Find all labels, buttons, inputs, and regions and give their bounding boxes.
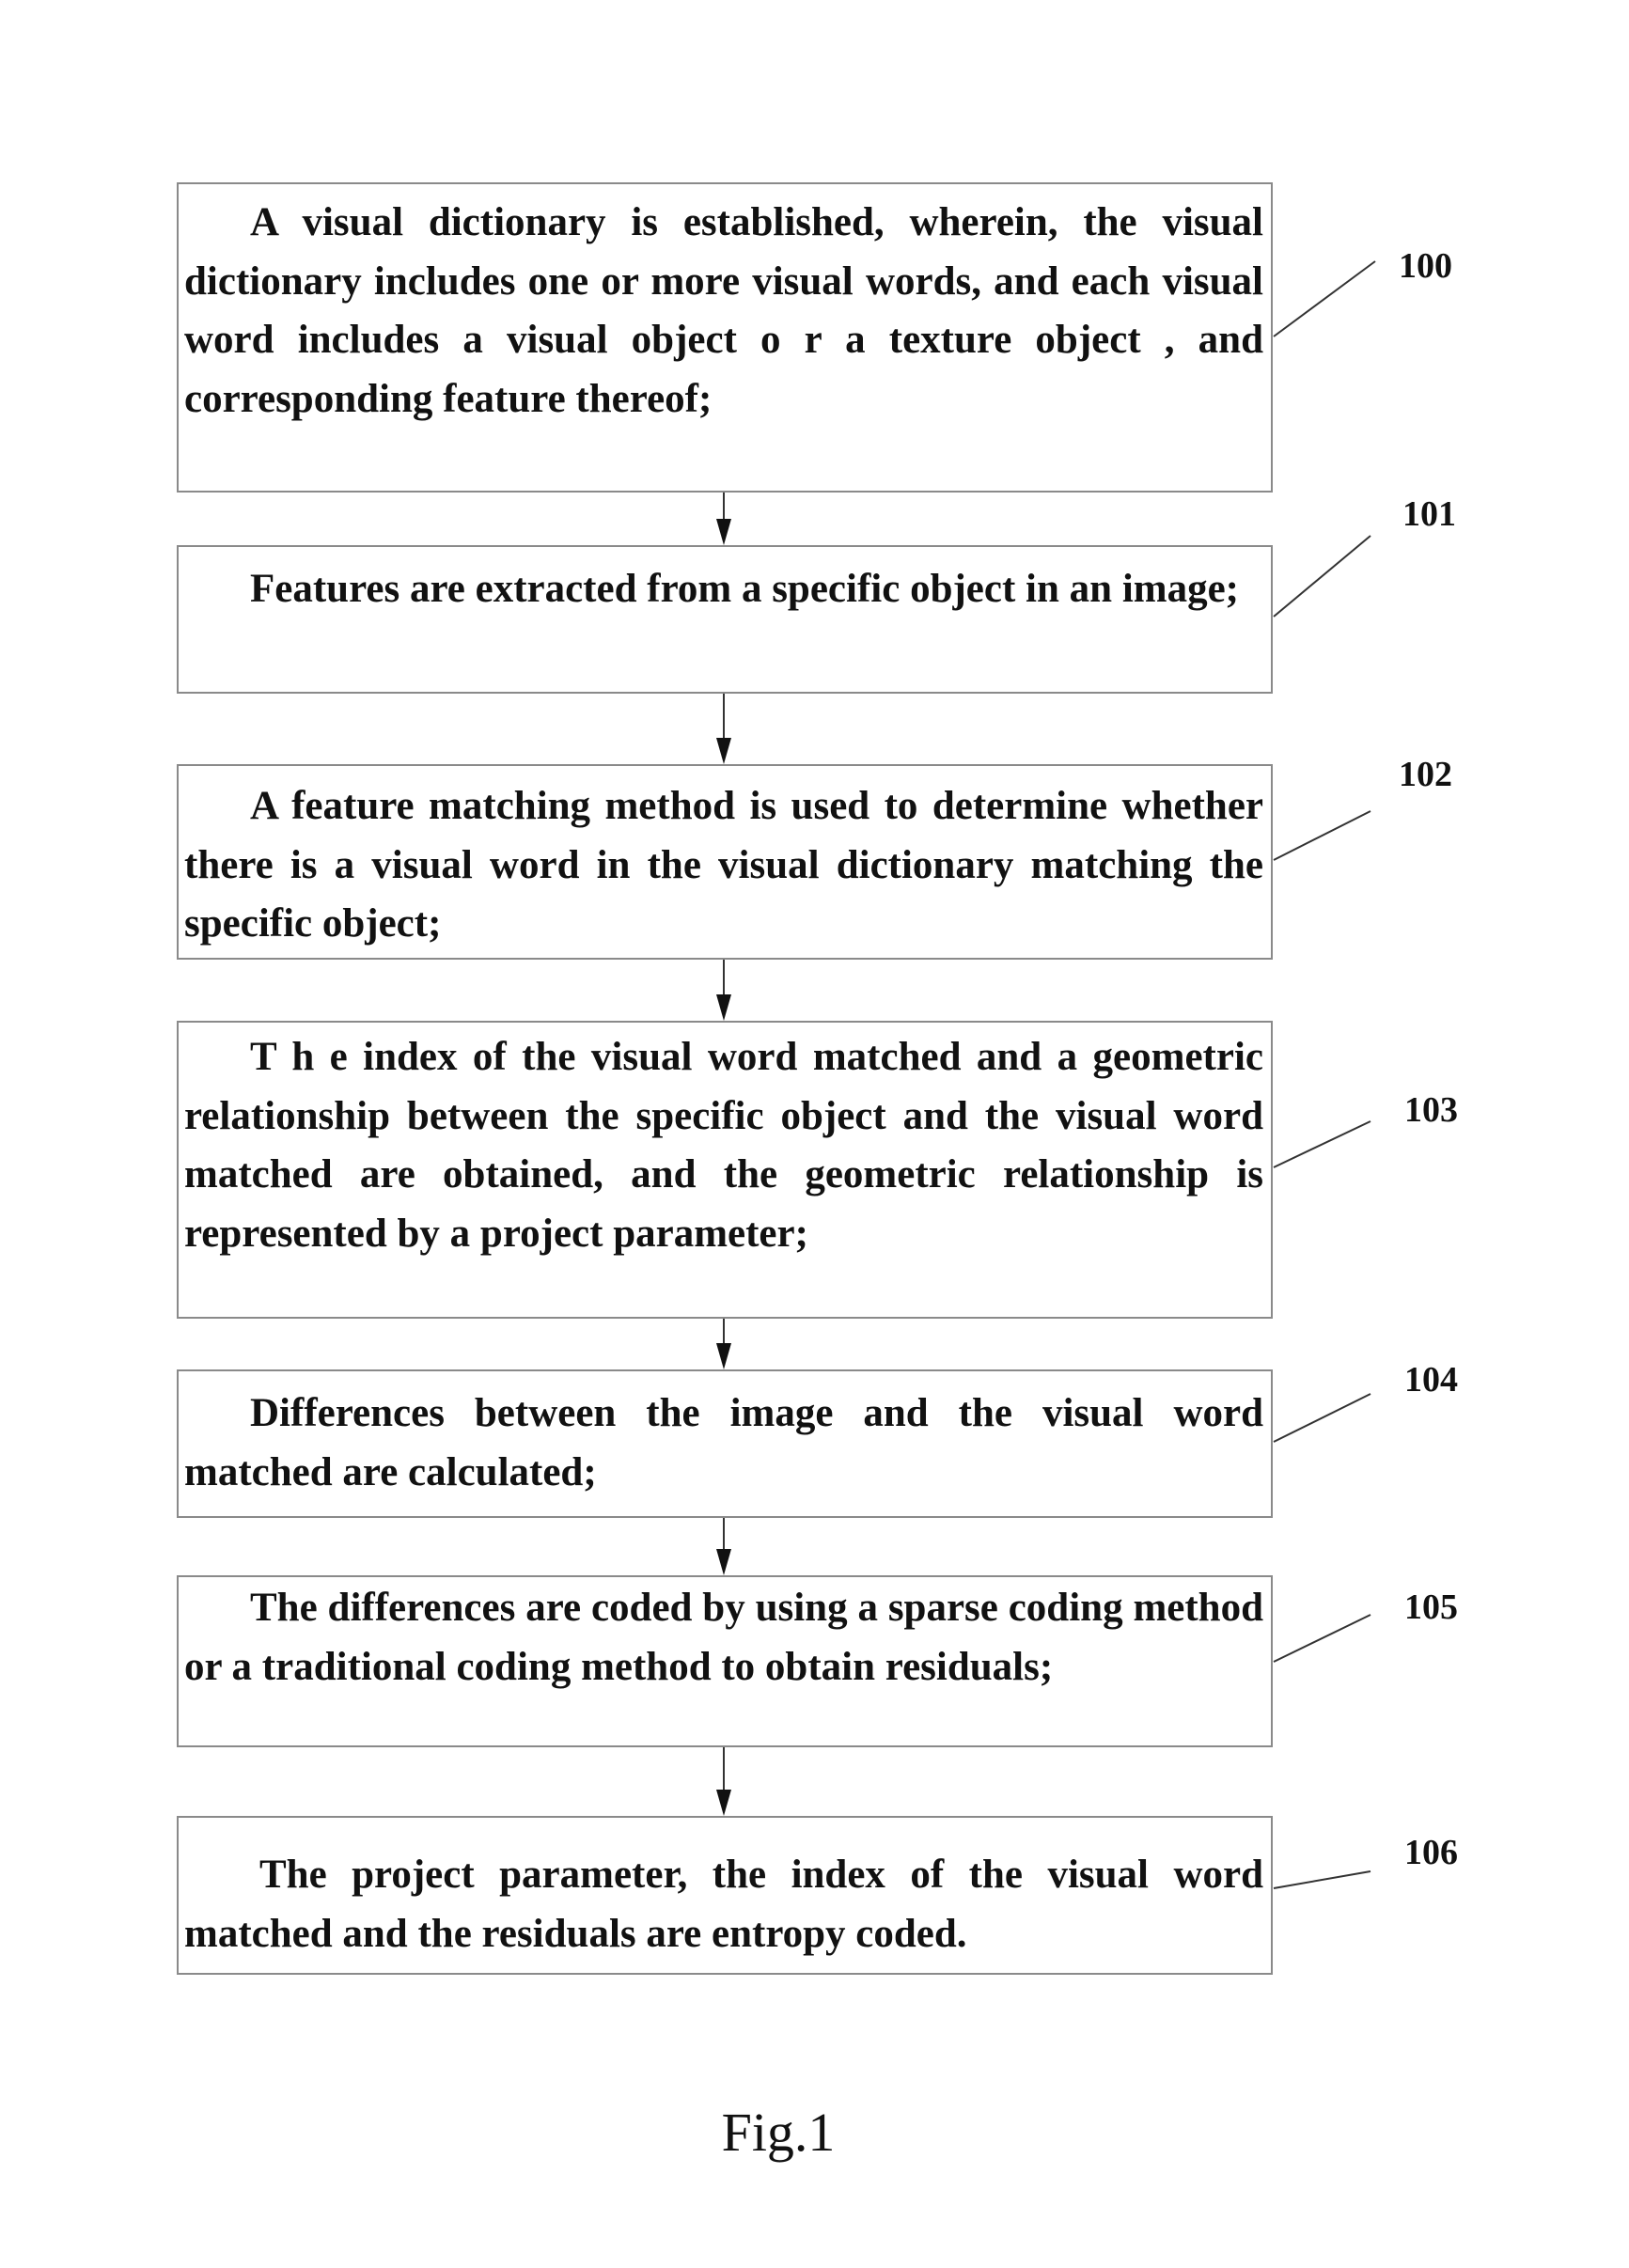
leader-line-101 xyxy=(1273,535,1371,618)
ref-label-105: 105 xyxy=(1404,1588,1458,1627)
arrowhead-icon xyxy=(716,519,731,545)
figure-caption: Fig.1 xyxy=(721,2102,836,2163)
step-text: The project parameter, the index of the … xyxy=(184,1853,1263,1956)
arrowhead-icon xyxy=(716,738,731,764)
ref-label-100: 100 xyxy=(1399,246,1452,286)
step-text: T h e index of the visual word matched a… xyxy=(184,1035,1263,1256)
step-text: The differences are coded by using a spa… xyxy=(184,1586,1263,1689)
step-box-103: T h e index of the visual word matched a… xyxy=(177,1021,1273,1319)
flow-arrow xyxy=(716,1747,731,1816)
arrowhead-icon xyxy=(716,1549,731,1575)
step-box-102: A feature matching method is used to det… xyxy=(177,764,1273,960)
step-box-106: The project parameter, the index of the … xyxy=(177,1816,1273,1975)
flow-arrow xyxy=(716,493,731,545)
flow-arrow xyxy=(716,1319,731,1369)
arrowhead-icon xyxy=(716,994,731,1021)
ref-label-103: 103 xyxy=(1404,1090,1458,1130)
ref-label-106: 106 xyxy=(1404,1833,1458,1872)
step-text: A feature matching method is used to det… xyxy=(184,784,1263,946)
step-box-105: The differences are coded by using a spa… xyxy=(177,1575,1273,1747)
step-box-104: Differences between the image and the vi… xyxy=(177,1369,1273,1518)
step-text: A visual dictionary is established, wher… xyxy=(184,200,1263,421)
leader-line-103 xyxy=(1273,1120,1371,1168)
ref-label-101: 101 xyxy=(1402,494,1456,534)
leader-line-104 xyxy=(1273,1393,1371,1443)
flow-arrow xyxy=(716,960,731,1021)
step-box-101: Features are extracted from a specific o… xyxy=(177,545,1273,694)
arrowhead-icon xyxy=(716,1790,731,1816)
step-text: Differences between the image and the vi… xyxy=(184,1391,1263,1494)
arrowhead-icon xyxy=(716,1343,731,1369)
leader-line-105 xyxy=(1273,1614,1371,1663)
ref-label-102: 102 xyxy=(1399,755,1452,794)
leader-line-100 xyxy=(1273,260,1376,337)
flow-arrow xyxy=(716,694,731,764)
step-box-100: A visual dictionary is established, wher… xyxy=(177,182,1273,493)
flow-arrow xyxy=(716,1518,731,1575)
flowchart-diagram: A visual dictionary is established, wher… xyxy=(0,0,1629,2268)
ref-label-104: 104 xyxy=(1404,1360,1458,1400)
step-text: Features are extracted from a specific o… xyxy=(250,567,1239,611)
leader-line-102 xyxy=(1273,810,1371,861)
leader-line-106 xyxy=(1273,1870,1371,1889)
